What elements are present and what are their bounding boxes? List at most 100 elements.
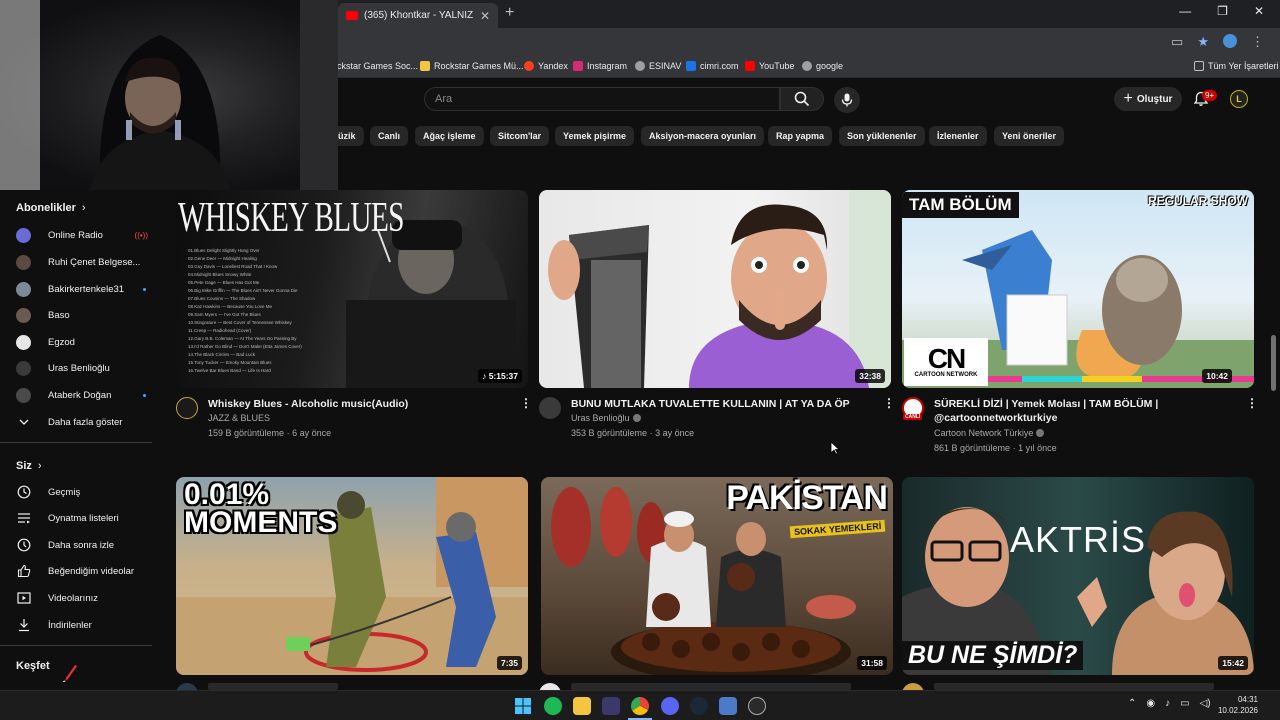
chip-recently-uploaded[interactable]: Son yüklenenler — [839, 126, 925, 146]
channel-avatar[interactable] — [176, 397, 198, 419]
video-stats: 861 B görüntüleme · 1 yıl önce — [934, 443, 1057, 453]
channel-avatar — [16, 281, 31, 297]
account-avatar[interactable]: L — [1230, 90, 1248, 108]
sidebar-subscription[interactable]: Uras Benlioğlu — [16, 358, 166, 378]
create-button[interactable]: + Oluştur — [1114, 87, 1182, 111]
minimize-icon[interactable]: — — [1179, 4, 1191, 18]
svg-text:04.Midnight Blues Snowy White: 04.Midnight Blues Snowy White — [188, 272, 252, 277]
video-title-partial[interactable] — [571, 683, 851, 690]
subscriptions-heading[interactable]: Abonelikler › — [16, 202, 86, 214]
mic-tray-icon[interactable]: ♪ — [1165, 698, 1170, 709]
chip-sitcoms[interactable]: Sitcom'lar — [490, 126, 550, 146]
spotify-icon[interactable] — [544, 697, 562, 715]
sidebar-item-history[interactable]: Geçmiş — [16, 482, 166, 502]
sidebar-item-liked-videos[interactable]: Beğendiğim videolar — [16, 561, 166, 581]
chip-music[interactable]: üzik — [338, 126, 364, 146]
maximize-icon[interactable]: ❐ — [1217, 4, 1228, 18]
sidebar-subscription[interactable]: Egzod — [16, 332, 166, 352]
video-stats: 159 B görüntüleme · 6 ay önce — [208, 428, 332, 438]
system-tray: ⌃ ◉ ♪ ▭ ◁) — [1128, 698, 1211, 709]
video-thumbnail[interactable]: 01.Blues Delight Slightly Hung Over 02.G… — [176, 190, 528, 388]
channel-avatar[interactable] — [539, 397, 561, 419]
search-input[interactable]: Ara — [424, 87, 780, 111]
sidebar-subscription[interactable]: Baso — [16, 305, 166, 325]
steam-icon[interactable] — [690, 697, 708, 715]
video-thumbnail[interactable]: PAKİSTAN SOKAK YEMEKLERİ 31:58 — [541, 477, 893, 675]
obs-icon[interactable] — [748, 697, 766, 715]
sidebar-subscription[interactable]: Online Radio ((•)) — [16, 225, 166, 245]
video-title[interactable]: SÜREKLİ DİZİ | Yemek Molası | TAM BÖLÜM … — [934, 397, 1224, 425]
sidebar-divider — [0, 442, 152, 443]
thumbnail-art — [548, 190, 891, 388]
voice-search-button[interactable] — [834, 87, 860, 113]
bookmark-item[interactable]: Instagram — [573, 61, 627, 71]
store-icon[interactable] — [602, 697, 620, 715]
chip-live[interactable]: Canlı — [370, 126, 409, 146]
bookmark-item[interactable]: google — [802, 61, 843, 71]
sidebar-subscription[interactable]: Ruhi Çenet Belgese... — [16, 252, 166, 272]
file-explorer-icon[interactable] — [573, 697, 591, 715]
cast-icon[interactable]: ▭ — [1171, 34, 1183, 50]
video-title-partial[interactable] — [934, 683, 1214, 690]
bookmark-item[interactable]: Yandex — [524, 61, 568, 71]
profile-icon[interactable] — [1223, 34, 1237, 48]
more-options-icon[interactable]: ⋮ — [883, 397, 895, 409]
sidebar-item-your-videos[interactable]: Videolarınız — [16, 588, 166, 608]
chip-action-adventure[interactable]: Aksiyon-macera oyunları — [641, 126, 765, 146]
app-icon[interactable] — [719, 697, 737, 715]
bookmark-item[interactable]: ockstar Games Soc... — [332, 61, 418, 71]
bookmark-item[interactable]: YouTube — [745, 61, 794, 71]
sidebar-subscription[interactable]: Ataberk Doğan — [16, 385, 166, 405]
video-thumbnail[interactable]: 0.01% MOMENTS 7:35 — [176, 477, 528, 675]
chip-watched[interactable]: İzlenenler — [929, 126, 987, 146]
more-options-icon[interactable]: ⋮ — [520, 397, 532, 409]
search-button[interactable] — [780, 87, 824, 111]
sidebar-item-downloads[interactable]: İndirilenler — [16, 615, 166, 635]
chevron-up-icon[interactable]: ⌃ — [1128, 698, 1136, 709]
video-title[interactable]: BUNU MUTLAKA TUVALETTE KULLANIN | AT YA … — [571, 397, 871, 411]
browser-tab[interactable]: (365) Khontkar - YALNIZ ADAM ✕ — [338, 3, 498, 28]
pen-cursor-icon — [62, 664, 78, 683]
windows-start-icon[interactable] — [514, 697, 532, 715]
video-title-partial[interactable] — [208, 683, 338, 690]
close-tab-icon[interactable]: ✕ — [480, 9, 490, 23]
close-window-icon[interactable]: ✕ — [1254, 4, 1264, 18]
channel-name[interactable]: JAZZ & BLUES — [208, 411, 270, 426]
menu-icon[interactable]: ⋮ — [1251, 34, 1264, 50]
bookmark-item[interactable]: ESINAV — [635, 61, 681, 71]
channel-name[interactable]: Uras Benlioğlu — [571, 411, 641, 426]
chip-cooking[interactable]: Yemek pişirme — [555, 126, 635, 146]
more-options-icon[interactable]: ⋮ — [1246, 397, 1258, 409]
instagram-icon — [573, 61, 583, 71]
sidebar-item-watch-later[interactable]: Daha sonra izle — [16, 535, 166, 555]
chip-woodworking[interactable]: Ağaç işleme — [415, 126, 484, 146]
sidebar-subscription[interactable]: Bakirkertenkele31 — [16, 279, 166, 299]
steam-tray-icon[interactable]: ◉ — [1146, 698, 1155, 709]
chip-rap[interactable]: Rap yapma — [768, 126, 833, 146]
video-thumbnail[interactable]: AKTRİS BU NE ŞİMDİ? 15:42 — [902, 477, 1254, 675]
clock[interactable]: 04:31 10.02.2026 — [1218, 694, 1258, 716]
show-more-button[interactable]: Daha fazla göster — [16, 412, 166, 432]
microphone-icon — [841, 93, 853, 107]
bookmark-star-icon[interactable]: ★ — [1197, 34, 1209, 50]
video-duration: 10:42 — [1202, 369, 1232, 383]
page-scrollbar[interactable] — [1271, 335, 1276, 391]
all-bookmarks[interactable]: Tüm Yer İşaretleri — [1194, 61, 1279, 71]
video-duration: 32:38 — [855, 369, 885, 383]
video-thumbnail[interactable]: 32:38 — [539, 190, 891, 388]
webcam-feed — [0, 0, 338, 190]
volume-icon[interactable]: ◁) — [1200, 698, 1211, 709]
display-icon[interactable]: ▭ — [1180, 698, 1189, 709]
you-heading[interactable]: Siz › — [16, 460, 42, 472]
chrome-icon[interactable] — [631, 697, 649, 715]
bookmark-item[interactable]: Rockstar Games Mü... — [420, 61, 524, 71]
sidebar-item-playlists[interactable]: Oynatma listeleri — [16, 508, 166, 528]
chip-new-to-you[interactable]: Yeni öneriler — [994, 126, 1065, 146]
taskbar: ⌃ ◉ ♪ ▭ ◁) 04:31 10.02.2026 — [0, 690, 1280, 720]
video-thumbnail[interactable]: TAM BÖLÜM REGULAR SHOW CN CARTOON NETWOR… — [902, 190, 1254, 388]
discord-icon[interactable] — [661, 697, 679, 715]
video-title[interactable]: Whiskey Blues - Alcoholic music(Audio) — [208, 397, 508, 411]
new-tab-icon[interactable]: + — [505, 4, 514, 22]
channel-name[interactable]: Cartoon Network Türkiye — [934, 426, 1045, 441]
bookmark-item[interactable]: cimri.com — [686, 61, 739, 71]
